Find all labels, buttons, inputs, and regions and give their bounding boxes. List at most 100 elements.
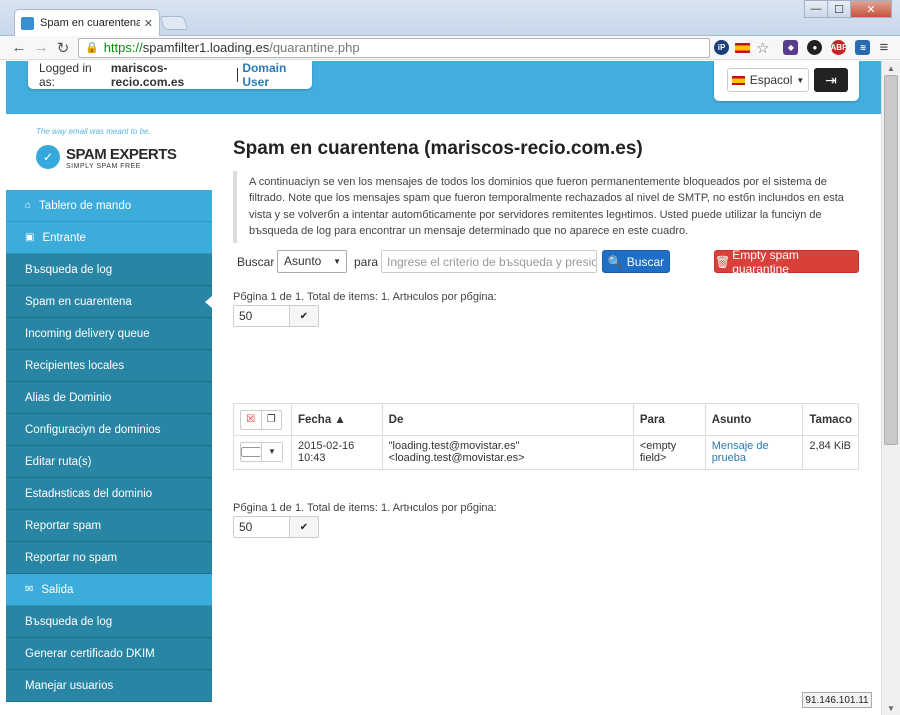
logout-button[interactable]: ⇥: [814, 68, 848, 92]
new-tab-button[interactable]: [159, 16, 189, 30]
check-circle-icon: ✔: [299, 310, 309, 322]
pager-info-bottom: Pбgina 1 de 1. Total de items: 1. Artнcu…: [233, 502, 497, 514]
inbox-icon: ▣: [25, 232, 35, 243]
apply-per-page-button[interactable]: ✔: [289, 516, 319, 538]
bookmark-star-icon[interactable]: ☆: [756, 39, 769, 57]
sidebar-item-label: Recipientes locales: [25, 359, 125, 372]
subject-link[interactable]: Mensaje de prueba: [704, 435, 804, 470]
sidebar-item-report-spam[interactable]: Reportar spam: [6, 510, 212, 542]
close-window-button[interactable]: ✕: [850, 0, 892, 18]
sidebar-item-outgoing[interactable]: ✉ Salida: [6, 574, 212, 606]
row-checkbox[interactable]: [241, 443, 262, 461]
pager-info-top: Pбgina 1 de 1. Total de items: 1. Artнcu…: [233, 291, 497, 303]
url-scheme: https://: [103, 40, 143, 55]
logo-tagline: The way email was meant to be.: [36, 127, 151, 136]
camera-extension-icon[interactable]: ●: [807, 40, 823, 55]
logo-subtitle: SIMPLY SPAM FREE: [66, 163, 141, 170]
adblock-plus-icon[interactable]: ABP: [831, 40, 847, 55]
address-bar[interactable]: 🔒 https://spamfilter1.loading.es/quarant…: [78, 37, 710, 58]
caret-down-icon: ▼: [796, 75, 805, 85]
user-role-link[interactable]: Domain User: [242, 61, 312, 89]
minimize-button[interactable]: —: [804, 0, 828, 18]
sidebar-item-spam-quarantine[interactable]: Spam en cuarentena: [6, 286, 212, 318]
sidebar-item-report-not-spam[interactable]: Reportar no spam: [6, 542, 212, 574]
sidebar-item-log-search[interactable]: Bъsqueda de log: [6, 254, 212, 286]
reload-icon[interactable]: ↻: [52, 38, 74, 58]
search-field-select[interactable]: Asunto ▼: [277, 250, 347, 273]
sidebar-item-label: Editar ruta(s): [25, 455, 92, 468]
sidebar-item-incoming[interactable]: ▣ Entrante: [6, 222, 212, 254]
window-titlebar: Spam en cuarentena (pres ✕ — ☐ ✕: [0, 0, 900, 36]
cell-para: <empty field>: [632, 435, 706, 470]
forward-icon[interactable]: →: [30, 38, 52, 58]
ip-status-badge: 91.146.101.11: [802, 692, 872, 708]
separator: [237, 68, 239, 82]
para-label: para: [354, 255, 379, 269]
login-info: Logged in as: mariscos-recio.com.es Doma…: [28, 61, 312, 89]
extension-icon[interactable]: ◆: [783, 40, 799, 55]
scroll-down-icon[interactable]: ▼: [882, 701, 900, 715]
sidebar-item-label: Generar certificado DKIM: [25, 647, 155, 660]
lock-icon: 🔒: [85, 42, 99, 54]
sidebar-item-label: Incoming delivery queue: [25, 327, 150, 340]
home-icon: ⌂: [25, 200, 32, 211]
sidebar-item-local-recipients[interactable]: Recipientes locales: [6, 350, 212, 382]
column-header-asunto[interactable]: Asunto: [704, 403, 804, 436]
sidebar-menu: ⌂ Tablero de mando ▣ Entrante Bъsqueda de …: [6, 190, 212, 702]
sidebar-item-dkim[interactable]: Generar certificado DKIM: [6, 638, 212, 670]
sidebar-item-domain-stats[interactable]: Estadнsticas del dominio: [6, 478, 212, 510]
page-scrollbar[interactable]: ▲ ▼: [881, 61, 900, 715]
search-input[interactable]: Ingrese el criterio de bъsqueda y presio…: [381, 250, 597, 273]
row-actions-dropdown[interactable]: ▼: [262, 443, 282, 461]
info-note: A continuaciуn se ven los mensajes de to…: [233, 171, 859, 243]
page: Logged in as: mariscos-recio.com.es Doma…: [6, 61, 881, 715]
sidebar-item-outgoing-log-search[interactable]: Bъsqueda de log: [6, 606, 212, 638]
maximize-button[interactable]: ☐: [827, 0, 851, 18]
logged-in-label: Logged in as:: [39, 61, 92, 89]
cell-tamano: 2,84 KiB: [802, 435, 859, 470]
browser-tab[interactable]: Spam en cuarentena (pres ✕: [14, 9, 160, 36]
search-field-value: Asunto: [284, 254, 322, 268]
sidebar-item-label: Alias de Dominio: [25, 391, 112, 404]
notification-extension-icon[interactable]: ≋: [855, 40, 871, 55]
caret-down-icon: ▼: [333, 257, 341, 266]
scroll-thumb[interactable]: [884, 75, 898, 445]
privacy-extension-icon[interactable]: iP: [714, 40, 729, 55]
table-row[interactable]: ▼ 2015-02-16 10:43 "loading.test@movista…: [233, 435, 859, 470]
logout-icon: ⇥: [825, 71, 837, 88]
spain-flag-icon: [731, 75, 745, 85]
menu-icon[interactable]: ≡: [879, 39, 888, 56]
favicon-icon: [21, 16, 34, 30]
sidebar-item-domain-config[interactable]: Configuraciуn de dominios: [6, 414, 212, 446]
search-icon: 🔍: [607, 254, 623, 269]
column-header-de[interactable]: De: [381, 403, 634, 436]
per-page-input[interactable]: 50: [233, 305, 290, 327]
scroll-up-icon[interactable]: ▲: [882, 61, 900, 75]
sidebar-item-edit-routes[interactable]: Editar ruta(s): [6, 446, 212, 478]
column-header-tamano[interactable]: Tamaсo: [802, 403, 859, 436]
sidebar-item-label: Spam en cuarentena: [25, 295, 132, 308]
cell-fecha: 2015-02-16 10:43: [290, 435, 383, 470]
sidebar-item-domain-alias[interactable]: Alias de Dominio: [6, 382, 212, 414]
sidebar-item-label: Manejar usuarios: [25, 679, 114, 692]
column-header-para[interactable]: Para: [632, 403, 706, 436]
sidebar-item-delivery-queue[interactable]: Incoming delivery queue: [6, 318, 212, 350]
trash-icon: 🗑: [715, 254, 731, 269]
sidebar-item-dashboard[interactable]: ⌂ Tablero de mando: [6, 190, 212, 222]
back-icon[interactable]: ←: [8, 38, 30, 58]
column-header-fecha[interactable]: Fecha ▲: [290, 403, 383, 436]
url-path: /quarantine.php: [269, 40, 360, 55]
per-page-control-bottom: 50 ✔: [233, 516, 319, 538]
sidebar-item-label: Estadнsticas del dominio: [25, 487, 153, 500]
logo: The way email was meant to be. ✓ SPAM EX…: [36, 127, 196, 177]
select-page-icon[interactable]: ❐: [262, 411, 282, 429]
select-all-icon[interactable]: ☒: [241, 410, 262, 429]
search-button[interactable]: 🔍 Buscar: [602, 250, 670, 273]
empty-quarantine-button[interactable]: 🗑 Empty spam quarantine: [714, 248, 859, 276]
per-page-input[interactable]: 50: [233, 516, 290, 538]
language-dropdown[interactable]: Espacol ▼: [727, 68, 809, 92]
spain-flag-icon[interactable]: [735, 42, 750, 53]
sidebar-item-manage-users[interactable]: Manejar usuarios: [6, 670, 212, 702]
close-tab-icon[interactable]: ✕: [144, 17, 153, 30]
apply-per-page-button[interactable]: ✔: [289, 305, 319, 327]
